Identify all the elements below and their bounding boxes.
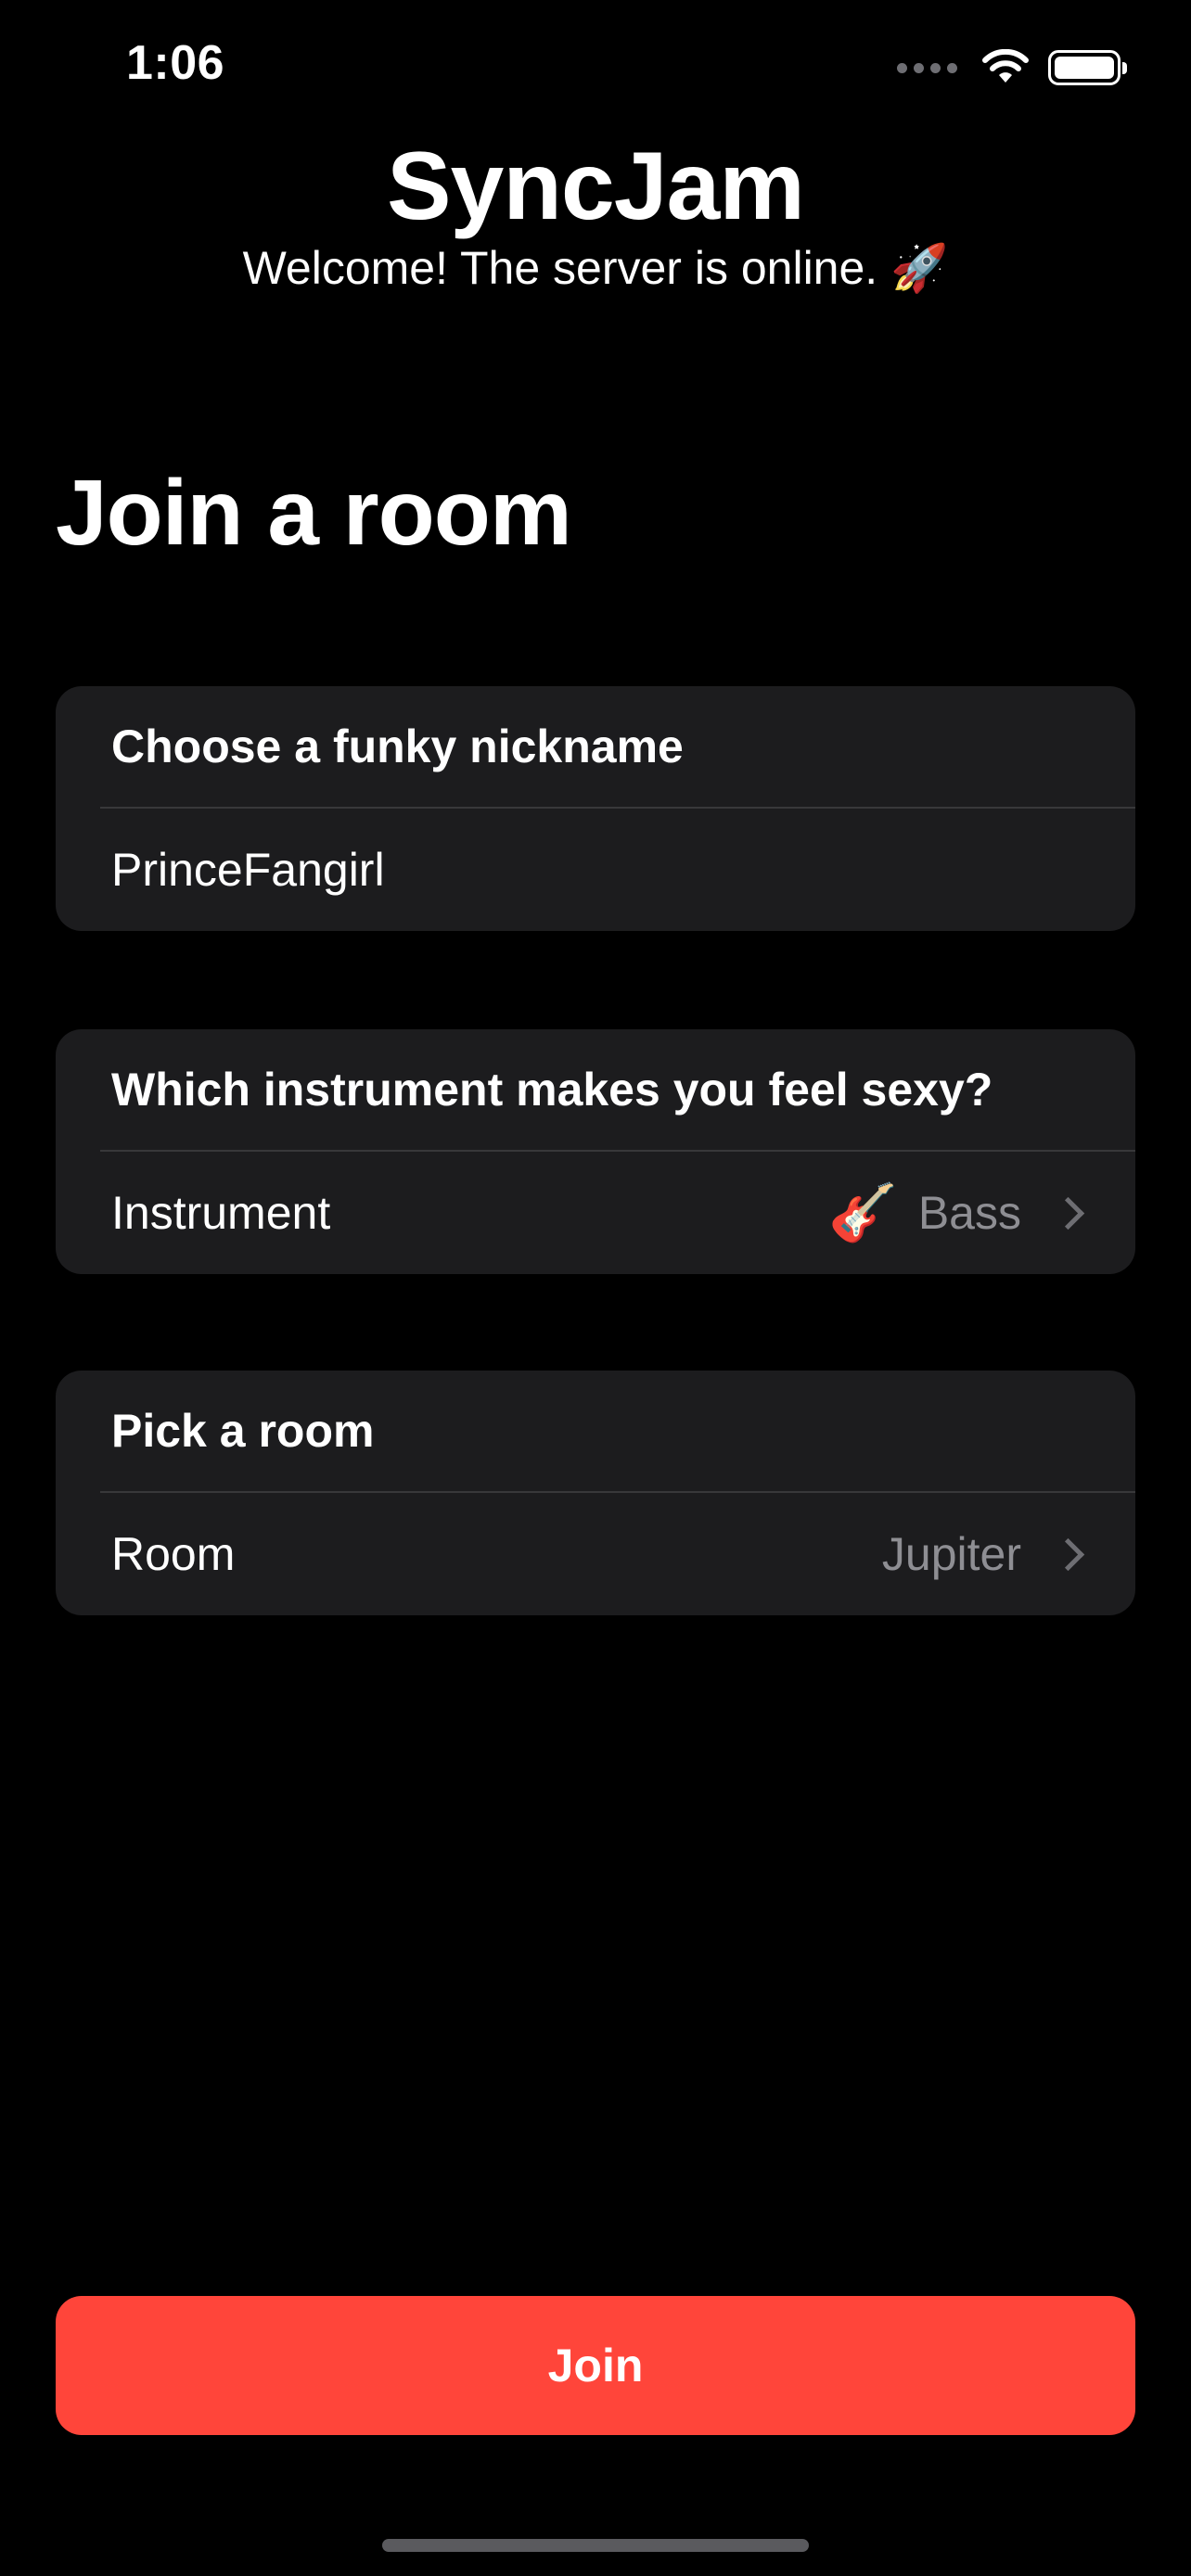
room-picker-row[interactable]: Room Jupiter: [111, 1493, 1085, 1615]
home-indicator[interactable]: [382, 2539, 809, 2552]
nickname-field-value[interactable]: PrinceFangirl: [111, 843, 385, 897]
status-icons: [897, 45, 1127, 91]
nickname-field[interactable]: PrinceFangirl: [111, 809, 1085, 931]
status-time: 1:06: [126, 36, 225, 90]
page-title: Join a room: [56, 461, 572, 565]
room-value: Jupiter: [882, 1527, 1085, 1581]
nickname-section-header: Choose a funky nickname: [111, 721, 684, 772]
guitar-emoji: 🎸: [828, 1181, 898, 1243]
instrument-section-header: Which instrument makes you feel sexy?: [111, 1064, 993, 1116]
wifi-icon: [982, 49, 1029, 83]
chevron-right-icon: [1051, 1196, 1085, 1230]
instrument-picker-row[interactable]: Instrument 🎸 Bass: [111, 1152, 1085, 1274]
instrument-value-text: Bass: [917, 1187, 1021, 1239]
server-status-subtitle: Welcome! The server is online. 🚀: [242, 242, 949, 294]
nickname-section: Choose a funky nickname PrinceFangirl: [56, 686, 1135, 931]
instrument-section: Which instrument makes you feel sexy? In…: [56, 1029, 1135, 1274]
battery-icon: [1048, 50, 1127, 85]
instrument-value: 🎸 Bass: [828, 1185, 1085, 1241]
app-title: SyncJam: [387, 133, 805, 240]
room-label: Room: [111, 1528, 236, 1580]
room-section-header: Pick a room: [111, 1405, 375, 1457]
instrument-label: Instrument: [111, 1187, 331, 1239]
join-button[interactable]: Join: [56, 2296, 1135, 2435]
cellular-signal-icon: [897, 62, 957, 73]
room-value-text: Jupiter: [881, 1528, 1021, 1580]
room-section: Pick a room Room Jupiter: [56, 1371, 1135, 1615]
chevron-right-icon: [1051, 1537, 1085, 1571]
